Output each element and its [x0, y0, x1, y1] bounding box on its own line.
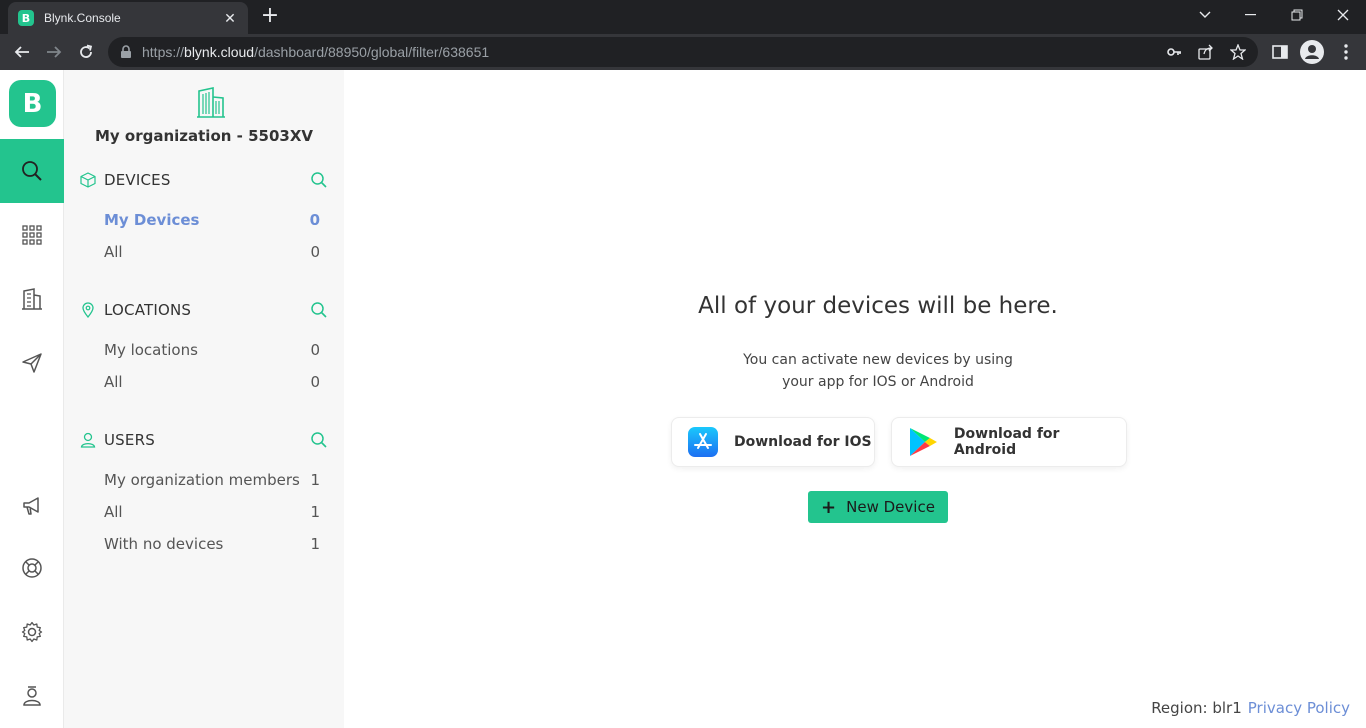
- browser-tab-bar: B Blynk.Console ✕ +: [0, 0, 1366, 34]
- browser-tab[interactable]: B Blynk.Console ✕: [8, 2, 248, 34]
- building-icon: [22, 288, 42, 310]
- app-nav-rail: B: [0, 70, 64, 728]
- tab-search-icon[interactable]: [1182, 0, 1228, 30]
- download-ios-button[interactable]: Download for IOS: [671, 417, 875, 467]
- filter-users-no-devices[interactable]: With no devices 1: [104, 533, 320, 555]
- filter-all-users[interactable]: All 1: [104, 501, 320, 523]
- filter-all-devices[interactable]: All 0: [104, 241, 320, 263]
- plus-icon: +: [821, 496, 837, 518]
- search-locations-icon[interactable]: [310, 301, 328, 319]
- rail-search[interactable]: [0, 139, 64, 203]
- lock-icon: [121, 45, 131, 58]
- minimize-button[interactable]: [1228, 0, 1274, 30]
- filter-label: All: [104, 243, 123, 261]
- side-panel-icon[interactable]: [1270, 42, 1290, 62]
- rail-help[interactable]: [0, 536, 64, 600]
- filter-count: 0: [310, 373, 320, 391]
- filter-label: All: [104, 373, 123, 391]
- privacy-policy-link[interactable]: Privacy Policy: [1248, 699, 1350, 717]
- forward-button[interactable]: [40, 38, 68, 66]
- key-icon[interactable]: [1166, 44, 1182, 60]
- filter-count: 1: [310, 535, 320, 553]
- download-ios-label: Download for IOS: [734, 434, 872, 450]
- filter-all-locations[interactable]: All 0: [104, 371, 320, 393]
- url-text: https://blynk.cloud/dashboard/88950/glob…: [142, 44, 490, 60]
- filter-label: My organization members: [104, 471, 300, 489]
- close-window-button[interactable]: [1320, 0, 1366, 30]
- back-button[interactable]: [8, 38, 36, 66]
- browser-toolbar: https://blynk.cloud/dashboard/88950/glob…: [0, 34, 1366, 70]
- new-tab-button[interactable]: +: [258, 5, 282, 29]
- bookmark-star-icon[interactable]: [1230, 44, 1246, 60]
- filter-my-locations[interactable]: My locations 0: [104, 339, 320, 361]
- user-badge-icon: [23, 686, 41, 706]
- close-tab-icon[interactable]: ✕: [222, 10, 238, 27]
- megaphone-icon: [23, 497, 39, 515]
- blynk-favicon-icon: B: [18, 10, 34, 26]
- download-android-button[interactable]: Download for Android: [891, 417, 1127, 467]
- profile-avatar-icon[interactable]: [1300, 40, 1324, 64]
- rail-profile[interactable]: [0, 664, 64, 728]
- app-store-icon: [688, 427, 718, 457]
- organization-building-icon: [197, 87, 225, 118]
- rail-announcements[interactable]: [0, 474, 64, 538]
- restore-button[interactable]: [1274, 0, 1320, 30]
- user-icon: [80, 432, 96, 448]
- search-devices-icon[interactable]: [310, 171, 328, 189]
- blynk-logo[interactable]: B: [9, 80, 56, 127]
- filter-count: 0: [309, 211, 320, 229]
- filter-label: My Devices: [104, 211, 200, 229]
- search-icon: [22, 161, 42, 181]
- locations-section-title: LOCATIONS: [104, 301, 192, 319]
- share-icon[interactable]: [1198, 44, 1214, 60]
- main-content: All of your devices will be here. You ca…: [344, 70, 1366, 728]
- new-device-label: New Device: [846, 498, 935, 516]
- filter-count: 1: [310, 471, 320, 489]
- reload-button[interactable]: [72, 38, 100, 66]
- gear-icon: [21, 621, 43, 643]
- region-label: Region: blr1: [1151, 699, 1242, 717]
- lifebuoy-icon: [22, 558, 42, 578]
- tab-title: Blynk.Console: [44, 11, 121, 25]
- rail-settings[interactable]: [0, 600, 64, 664]
- apps-grid-icon: [22, 225, 42, 245]
- cube-icon: [80, 172, 96, 188]
- location-pin-icon: [82, 302, 94, 318]
- google-play-icon: [909, 428, 937, 456]
- rail-organizations[interactable]: [0, 267, 64, 331]
- address-bar[interactable]: https://blynk.cloud/dashboard/88950/glob…: [108, 37, 1258, 67]
- locations-section-header: LOCATIONS: [80, 299, 328, 321]
- filter-count: 0: [310, 341, 320, 359]
- browser-menu-icon[interactable]: [1336, 42, 1356, 62]
- filter-label: With no devices: [104, 535, 224, 553]
- filter-count: 1: [310, 503, 320, 521]
- rail-apps[interactable]: [0, 203, 64, 267]
- users-section-title: USERS: [104, 431, 155, 449]
- send-icon: [22, 353, 42, 373]
- devices-section-header: DEVICES: [80, 169, 328, 191]
- subtitle-line-1: You can activate new devices by using: [743, 352, 1013, 368]
- search-users-icon[interactable]: [310, 431, 328, 449]
- download-android-label: Download for Android: [953, 426, 1060, 458]
- users-section-header: USERS: [80, 429, 328, 451]
- filter-label: All: [104, 503, 123, 521]
- new-device-button[interactable]: + New Device: [808, 491, 948, 523]
- footer: Region: blr1 Privacy Policy: [1151, 699, 1350, 717]
- filter-count: 0: [310, 243, 320, 261]
- filter-panel: My organization - 5503XV DEVICES My Devi…: [64, 70, 344, 728]
- filter-org-members[interactable]: My organization members 1: [104, 469, 320, 491]
- devices-section-title: DEVICES: [104, 171, 171, 189]
- subtitle-line-2: your app for IOS or Android: [782, 374, 974, 390]
- rail-messages[interactable]: [0, 331, 64, 395]
- filter-my-devices[interactable]: My Devices 0: [104, 209, 320, 231]
- organization-name: My organization - 5503XV: [94, 127, 314, 145]
- empty-state-subtitle: You can activate new devices by using yo…: [344, 349, 1366, 393]
- empty-state-title: All of your devices will be here.: [698, 293, 1058, 319]
- filter-label: My locations: [104, 341, 198, 359]
